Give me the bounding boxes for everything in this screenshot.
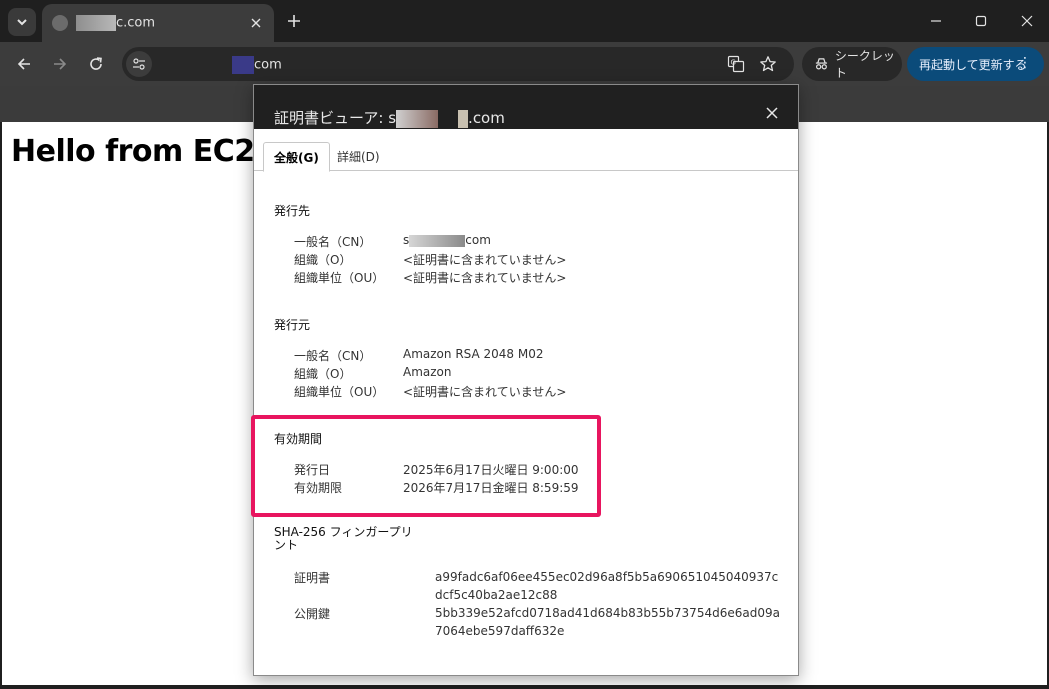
reload-button[interactable]	[82, 50, 110, 78]
issued-to-ou-value: <証明書に含まれていません>	[403, 271, 567, 285]
arrow-right-icon	[54, 58, 67, 70]
section-fingerprint-title: SHA-256 フィンガープリ ント	[274, 525, 413, 552]
issued-to-cn-label: 一般名（CN）	[294, 235, 372, 249]
close-icon	[766, 107, 778, 119]
address-bar[interactable]: com G	[122, 47, 794, 81]
validity-highlight-box	[251, 415, 601, 517]
dialog-tabs: 全般(G) 詳細(D)	[254, 142, 798, 172]
browser-tab[interactable]: c.com	[42, 4, 274, 42]
issued-by-cn-value: Amazon RSA 2048 M02	[403, 347, 544, 361]
forward-button[interactable]	[46, 50, 74, 78]
address-url: com	[232, 56, 282, 74]
chevron-down-icon	[17, 19, 27, 26]
globe-icon	[52, 15, 68, 31]
section-issued-to-title: 発行先	[274, 204, 311, 218]
svg-text:G: G	[731, 59, 736, 67]
fingerprint-cert-label: 証明書	[294, 571, 331, 585]
relaunch-label: 再起動して更新する	[919, 57, 1027, 72]
issued-by-ou-value: <証明書に含まれていません>	[403, 385, 567, 399]
tab-title: c.com	[76, 15, 155, 31]
redacted-block	[232, 56, 254, 74]
close-tab-button[interactable]	[246, 13, 266, 33]
back-button[interactable]	[10, 50, 38, 78]
relaunch-to-update-button[interactable]: 再起動して更新する ⋮	[907, 47, 1044, 81]
redacted-block	[409, 234, 466, 247]
close-window-button[interactable]	[1013, 8, 1041, 34]
bookmark-button[interactable]	[758, 54, 778, 74]
dialog-title: 証明書ビューア: s .com	[274, 109, 505, 128]
incognito-indicator[interactable]: シークレット	[802, 47, 902, 81]
incognito-label: シークレット	[834, 49, 895, 80]
translate-button[interactable]: G	[726, 54, 746, 74]
issued-by-cn-label: 一般名（CN）	[294, 349, 372, 363]
issued-by-o-value: Amazon	[403, 365, 452, 379]
issued-by-ou-label: 組織単位（OU）	[294, 385, 385, 399]
translate-icon: G	[727, 55, 745, 73]
issued-to-o-label: 組織（O）	[294, 253, 352, 267]
browser-toolbar: com G シークレット 再起動して更新する ⋮	[0, 42, 1049, 86]
fingerprint-pubkey-value: 5bb339e52afcd0718ad41d684b83b55b73754d6e…	[435, 606, 780, 638]
plus-icon	[288, 15, 300, 27]
maximize-button[interactable]	[967, 8, 995, 34]
issued-to-o-value: <証明書に含まれていません>	[403, 253, 567, 267]
page-heading: Hello from EC2!	[11, 134, 268, 169]
fingerprint-cert-value: a99fadc6af06ee455ec02d96a8f5b5a690651045…	[435, 570, 779, 602]
minimize-button[interactable]	[922, 8, 950, 34]
issued-by-o-label: 組織（O）	[294, 367, 352, 381]
redacted-block	[396, 109, 439, 128]
dialog-close-button[interactable]	[764, 105, 780, 121]
certificate-viewer-dialog: 証明書ビューア: s .com 全般(G) 詳細(D) 発行先 一般名（CN） s…	[253, 84, 799, 676]
section-issued-by-title: 発行元	[274, 318, 311, 332]
reload-icon	[90, 57, 102, 70]
arrow-left-icon	[17, 58, 30, 70]
tab-strip: c.com	[0, 0, 1049, 42]
tune-icon	[133, 58, 145, 70]
tab-search-button[interactable]	[8, 8, 36, 36]
more-vert-icon: ⋮	[1018, 55, 1032, 71]
redacted-block	[458, 109, 469, 128]
fingerprint-pubkey-label: 公開鍵	[294, 607, 331, 621]
site-info-button[interactable]	[126, 51, 152, 77]
redacted-block	[76, 15, 116, 31]
maximize-icon	[975, 15, 987, 27]
issued-to-cn-value: s com	[403, 233, 491, 247]
incognito-icon	[815, 58, 828, 70]
star-icon	[760, 56, 776, 72]
issued-to-ou-label: 組織単位（OU）	[294, 271, 385, 285]
close-icon	[1021, 15, 1033, 27]
minimize-icon	[931, 20, 941, 22]
new-tab-button[interactable]	[282, 9, 306, 33]
close-icon	[251, 18, 261, 28]
dialog-header: 証明書ビューア: s .com	[254, 85, 798, 129]
tab-details[interactable]: 詳細(D)	[327, 142, 390, 171]
tab-general[interactable]: 全般(G)	[263, 142, 330, 172]
